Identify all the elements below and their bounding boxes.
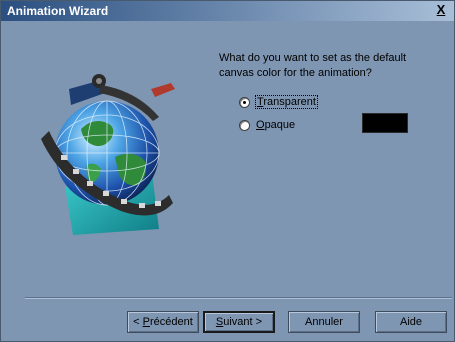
globe-film-icon xyxy=(41,69,181,237)
question-line-2: canvas color for the animation? xyxy=(219,67,372,79)
title-bar[interactable]: Animation Wizard X xyxy=(1,1,454,21)
window-title: Animation Wizard xyxy=(7,4,109,18)
opaque-radio-option[interactable]: Opaque xyxy=(239,117,295,133)
back-button[interactable]: < Précédent xyxy=(127,311,199,333)
transparent-radio[interactable] xyxy=(239,96,250,108)
footer-separator xyxy=(25,297,452,299)
opaque-color-swatch[interactable] xyxy=(362,113,408,133)
question-text: What do you want to set as the default c… xyxy=(219,51,439,81)
transparent-radio-label[interactable]: Transparent xyxy=(255,95,318,109)
animation-wizard-dialog: Animation Wizard X What do you want to s… xyxy=(0,0,455,342)
opaque-radio[interactable] xyxy=(239,119,250,131)
transparent-radio-option[interactable]: Transparent xyxy=(239,94,318,110)
next-button[interactable]: Suivant > xyxy=(203,311,275,333)
close-button[interactable]: X xyxy=(434,3,448,17)
question-line-1: What do you want to set as the default xyxy=(219,52,407,64)
opaque-radio-label[interactable]: Opaque xyxy=(256,119,295,131)
cancel-button[interactable]: Annuler xyxy=(288,311,360,333)
help-button[interactable]: Aide xyxy=(375,311,447,333)
